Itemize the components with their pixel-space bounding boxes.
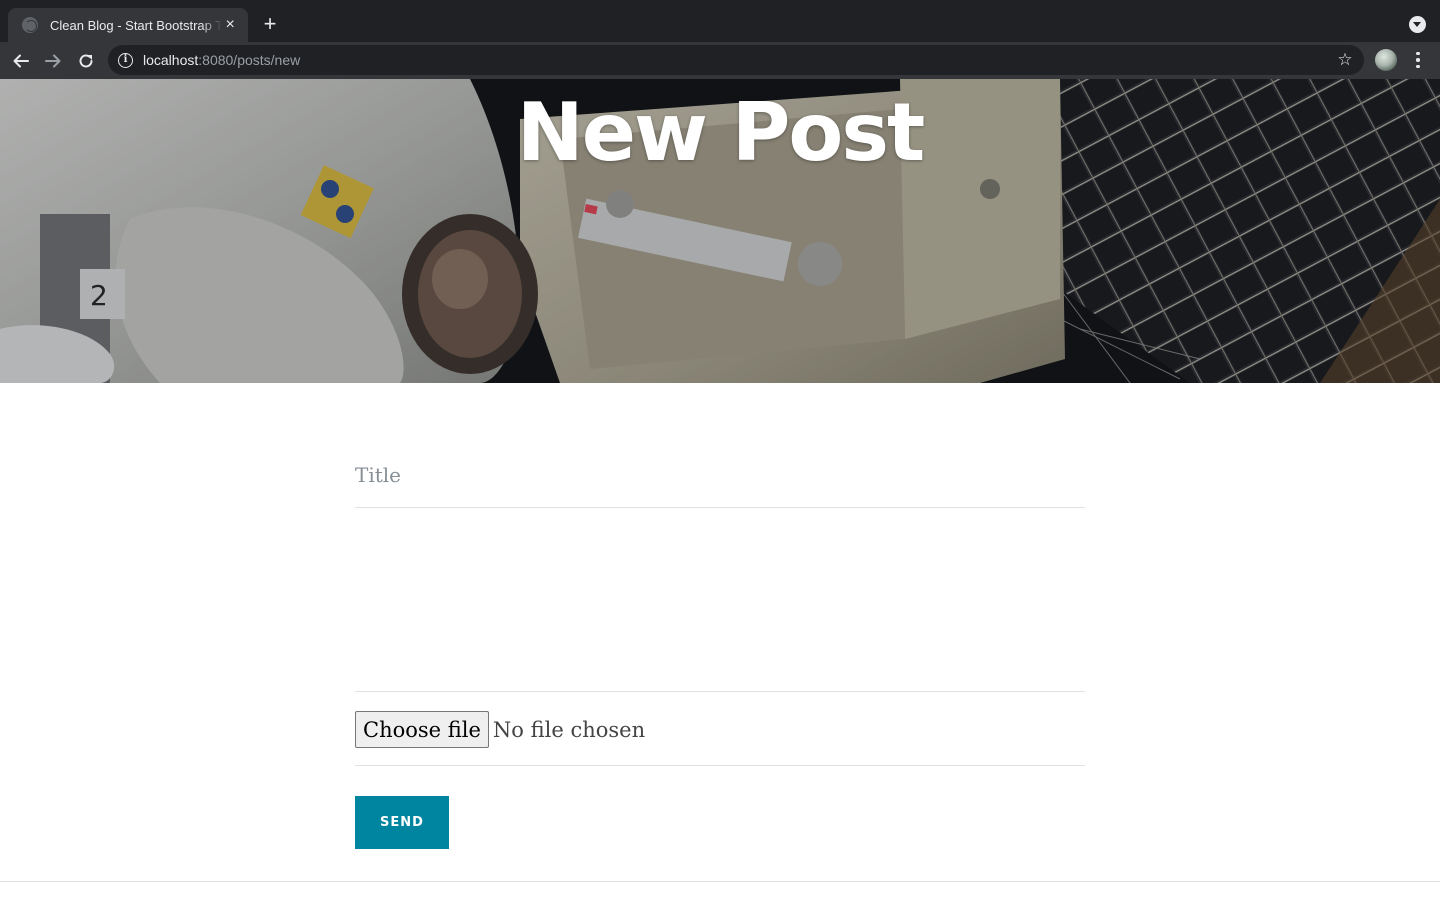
- kebab-menu-icon[interactable]: [1410, 49, 1426, 71]
- url-text: localhost:8080/posts/new: [143, 52, 301, 68]
- address-bar[interactable]: i localhost:8080/posts/new ☆: [108, 45, 1364, 75]
- page-title: New Post: [516, 86, 925, 179]
- choose-file-button[interactable]: Choose file: [355, 711, 489, 748]
- title-input[interactable]: [355, 443, 1085, 508]
- reload-icon: [79, 54, 93, 68]
- forward-button[interactable]: [40, 48, 66, 74]
- tab-title: Clean Blog - Start Bootstrap Theme: [50, 17, 223, 33]
- arrow-left-icon: [13, 54, 29, 68]
- new-tab-button[interactable]: +: [258, 13, 282, 37]
- close-icon[interactable]: ×: [222, 17, 238, 33]
- browser-tab[interactable]: Clean Blog - Start Bootstrap Theme ×: [8, 8, 248, 42]
- file-upload-row: Choose file No file chosen: [355, 692, 1085, 766]
- footer-divider: [0, 881, 1440, 882]
- info-icon[interactable]: i: [118, 52, 133, 68]
- masthead: 2 New Post: [0, 79, 1440, 383]
- browser-toolbar: i localhost:8080/posts/new ☆: [0, 42, 1440, 79]
- body-textarea[interactable]: [355, 508, 1085, 692]
- reload-button[interactable]: [73, 48, 99, 74]
- send-button[interactable]: SEND: [355, 796, 449, 849]
- arrow-right-icon: [45, 54, 61, 68]
- bookmark-star-icon[interactable]: ☆: [1335, 50, 1355, 70]
- back-button[interactable]: [8, 48, 34, 74]
- profile-avatar[interactable]: [1375, 49, 1397, 71]
- file-status-text: No file chosen: [492, 717, 646, 742]
- browser-tab-strip: Clean Blog - Start Bootstrap Theme × +: [0, 0, 1440, 42]
- globe-icon: [22, 17, 38, 33]
- tab-search-icon[interactable]: [1409, 16, 1426, 33]
